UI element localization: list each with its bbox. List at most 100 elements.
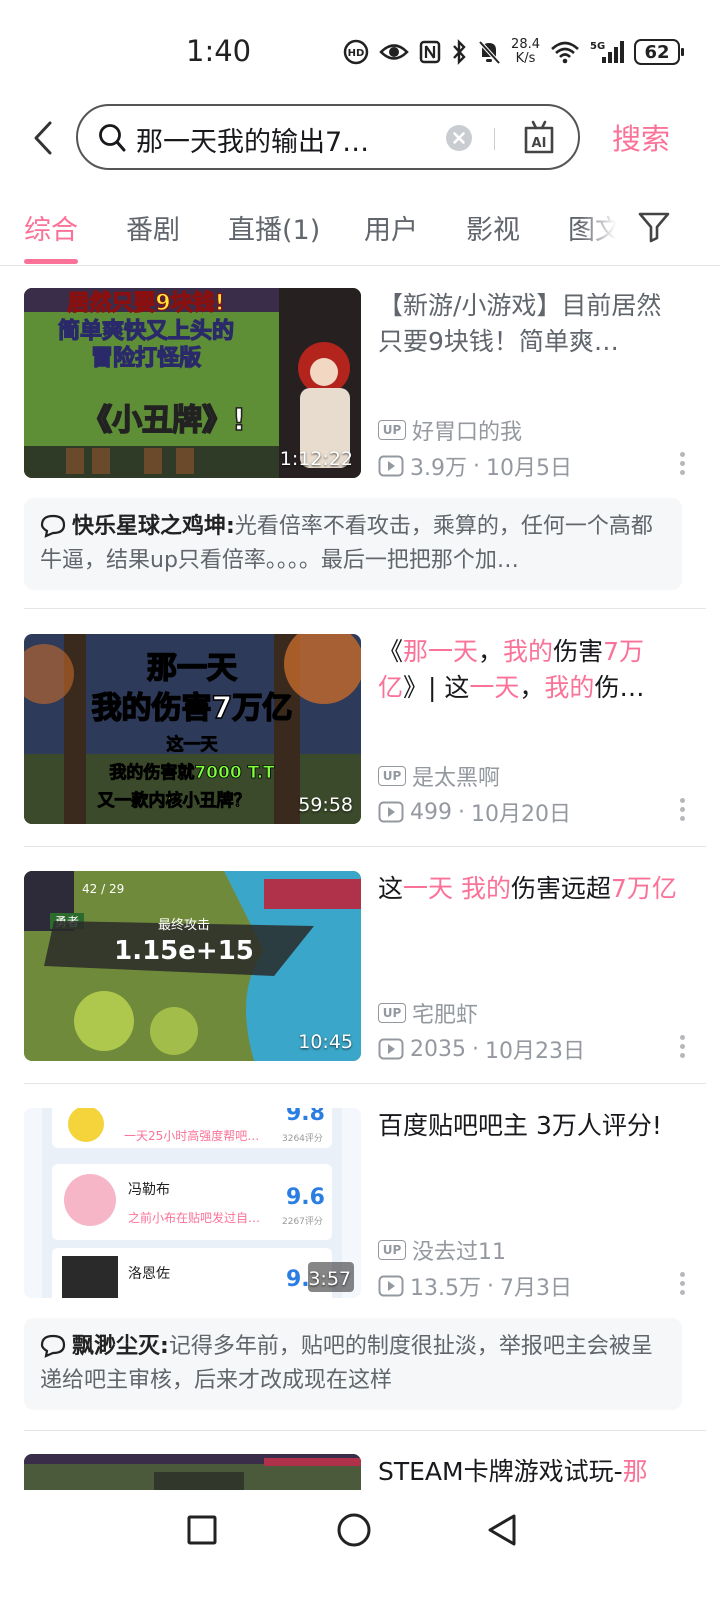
- square-icon: [187, 1515, 217, 1545]
- uploader-name: 没去过11: [412, 1240, 506, 1265]
- svg-text:HD: HD: [348, 48, 365, 59]
- cellular-signal-icon: 5G: [590, 39, 624, 65]
- dot-separator: ·: [472, 1036, 479, 1062]
- thumb-caption: 1.15e+15: [114, 936, 254, 966]
- uploader-name: 好胃口的我: [412, 420, 523, 445]
- ai-search-button[interactable]: AI: [522, 120, 556, 160]
- publish-date: 7月3日: [500, 1276, 572, 1301]
- eye-icon: [379, 41, 409, 63]
- tab-bangumi[interactable]: 番剧: [126, 208, 180, 247]
- tab-film-tv[interactable]: 影视: [466, 208, 520, 247]
- circle-icon: [337, 1513, 371, 1547]
- search-box[interactable]: 那一天我的输出7… AI: [76, 104, 580, 170]
- dot-separator: ·: [473, 453, 480, 479]
- network-type: 5G: [590, 41, 605, 52]
- publish-date: 10月5日: [486, 456, 572, 481]
- video-thumbnail[interactable]: 居然只要9块钱! 简单爽快又上头的 冒险打怪版 《小丑牌》! 1:12:22: [24, 288, 361, 478]
- clear-search-button[interactable]: [446, 125, 472, 151]
- recents-button[interactable]: [186, 1514, 218, 1550]
- featured-comment[interactable]: 飘渺尘灭:记得多年前，贴吧的制度很扯淡，举报吧主会被呈递给吧主审核，后来才改成现…: [24, 1318, 682, 1410]
- svg-text:又一款内核小丑牌？: 又一款内核小丑牌？: [98, 790, 251, 811]
- close-icon: [453, 132, 465, 144]
- result-card[interactable]: 居然只要9块钱! 简单爽快又上头的 冒险打怪版 《小丑牌》! 1:12:22 【…: [24, 288, 706, 590]
- svg-text:我的伤害7万亿: 我的伤害7万亿: [92, 691, 293, 726]
- result-card[interactable]: STEAM卡牌游戏试玩-那: [24, 1454, 706, 1490]
- uploader-line[interactable]: UP 是太黑啊: [378, 760, 500, 792]
- play-count-icon: [378, 801, 404, 823]
- active-tab-indicator: [24, 259, 78, 264]
- svg-text:最终攻击: 最终攻击: [158, 917, 210, 933]
- svg-text:我的伤害就7000 T.T: 我的伤害就7000 T.T: [109, 762, 275, 783]
- thumb-row-score: 9.6: [286, 1185, 325, 1210]
- svg-text:《小丑牌》!: 《小丑牌》!: [82, 403, 246, 438]
- home-button[interactable]: [336, 1512, 372, 1552]
- svg-text:这一天: 这一天: [167, 734, 219, 755]
- tab-fade: [580, 200, 632, 260]
- video-title[interactable]: 《那一天，我的伤害7万亿》| 这一天，我的伤…: [378, 634, 678, 706]
- video-thumbnail[interactable]: 42 / 29 勇者 最终攻击 1.15e+15 10:45: [24, 871, 361, 1061]
- result-card[interactable]: 一天25小时高强度帮吧… 9.8 3264评分 冯勒布 之前小布在贴吧发过自… …: [24, 1108, 706, 1410]
- net-speed-unit: K/s: [515, 51, 536, 66]
- uploader-name: 宅肥虾: [412, 1003, 479, 1028]
- result-card[interactable]: 那一天 我的伤害7万亿 这一天 我的伤害就7000 T.T 又一款内核小丑牌？ …: [24, 634, 706, 827]
- battery-level: 62: [644, 41, 670, 63]
- dot-separator: ·: [487, 1273, 494, 1299]
- filter-button[interactable]: [636, 208, 672, 248]
- video-title[interactable]: STEAM卡牌游戏试玩-那: [378, 1454, 698, 1490]
- search-tabs: 综合 番剧 直播(1) 用户 影视 图文: [0, 200, 720, 266]
- more-options-button[interactable]: [680, 452, 686, 478]
- battery-indicator: 62: [634, 39, 684, 65]
- divider: [24, 608, 706, 609]
- more-options-button[interactable]: [680, 1272, 686, 1298]
- view-count: 3.9万: [410, 456, 467, 481]
- publish-date: 10月20日: [471, 802, 571, 827]
- video-duration: 59:58: [298, 794, 353, 816]
- nfc-icon: [419, 40, 441, 64]
- more-options-button[interactable]: [680, 1035, 686, 1061]
- thumb-row-count: 2267评分: [282, 1216, 323, 1227]
- svg-text:42 / 29: 42 / 29: [82, 882, 124, 896]
- uploader-line[interactable]: UP 宅肥虾: [378, 997, 478, 1029]
- comment-icon: [40, 1334, 66, 1358]
- stats-line: 499 · 10月20日: [378, 796, 571, 828]
- svg-text:简单爽快又上头的: 简单爽快又上头的: [58, 318, 234, 344]
- video-duration: 10:45: [298, 1031, 353, 1053]
- tab-users[interactable]: 用户: [364, 208, 418, 247]
- stats-line: 2035 · 10月23日: [378, 1033, 585, 1065]
- svg-text:AI: AI: [532, 136, 547, 151]
- comment-user: 飘渺尘灭:: [72, 1334, 169, 1359]
- back-button[interactable]: [28, 118, 60, 158]
- net-speed-value: 28.4: [511, 37, 540, 52]
- play-count-icon: [378, 1275, 404, 1297]
- hd-call-icon: HD: [343, 39, 369, 65]
- bluetooth-icon: [451, 39, 467, 65]
- comment-user: 快乐星球之鸡坤:: [72, 514, 235, 539]
- play-count-icon: [378, 1038, 404, 1060]
- result-card[interactable]: 42 / 29 勇者 最终攻击 1.15e+15 10:45 这一天 我的伤害远…: [24, 871, 706, 1064]
- uploader-line[interactable]: UP 没去过11: [378, 1234, 506, 1266]
- status-bar: 1:40 HD 28.4 K/s 5G 62: [0, 0, 720, 100]
- video-duration: 1:12:22: [279, 448, 353, 470]
- video-thumbnail[interactable]: [24, 1454, 361, 1490]
- search-input[interactable]: 那一天我的输出7…: [136, 120, 456, 159]
- up-icon: UP: [378, 1240, 406, 1260]
- search-submit-button[interactable]: 搜索: [612, 116, 670, 158]
- video-thumbnail[interactable]: 那一天 我的伤害7万亿 这一天 我的伤害就7000 T.T 又一款内核小丑牌？ …: [24, 634, 361, 824]
- video-title[interactable]: 这一天 我的伤害远超7万亿: [378, 871, 678, 907]
- view-count: 13.5万: [410, 1276, 481, 1301]
- more-options-button[interactable]: [680, 798, 686, 824]
- video-title[interactable]: 【新游/小游戏】目前居然只要9块钱！简单爽…: [378, 288, 678, 360]
- tab-comprehensive[interactable]: 综合: [24, 208, 78, 247]
- up-icon: UP: [378, 420, 406, 440]
- video-thumbnail[interactable]: 一天25小时高强度帮吧… 9.8 3264评分 冯勒布 之前小布在贴吧发过自… …: [24, 1108, 361, 1298]
- divider: [24, 1430, 706, 1431]
- thumb-row-desc: 之前小布在贴吧发过自…: [128, 1210, 260, 1225]
- uploader-line[interactable]: UP 好胃口的我: [378, 414, 522, 446]
- back-nav-button[interactable]: [484, 1512, 520, 1552]
- thumb-row-name: 洛恩佐: [128, 1266, 170, 1282]
- tab-live[interactable]: 直播(1): [228, 208, 320, 247]
- video-title[interactable]: 百度贴吧吧主 3万人评分!: [378, 1108, 678, 1144]
- ai-icon: AI: [524, 120, 554, 154]
- featured-comment[interactable]: 快乐星球之鸡坤:光看倍率不看攻击，乘算的，任何一个高都牛逼，结果up只看倍率。。…: [24, 498, 682, 590]
- dot-separator: ·: [458, 799, 465, 825]
